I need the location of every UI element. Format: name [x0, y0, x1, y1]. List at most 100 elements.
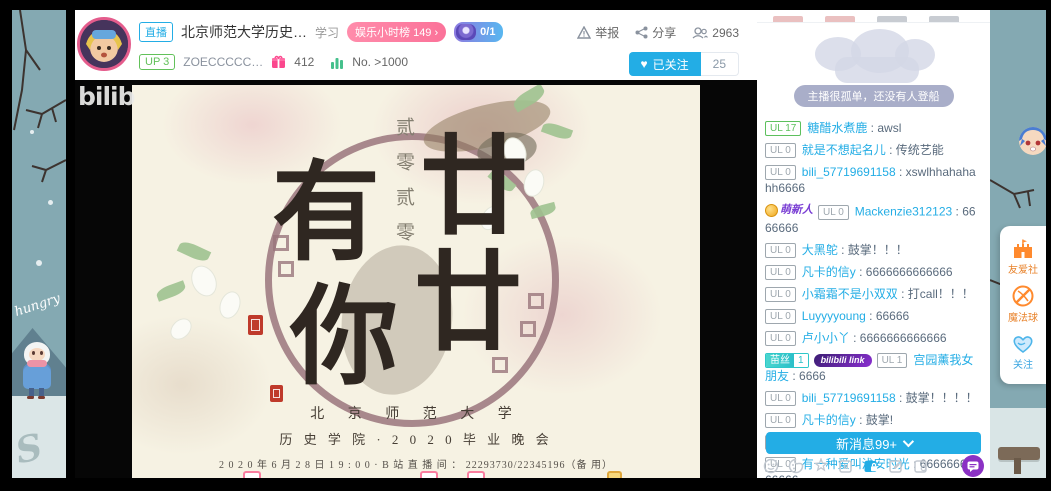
chat-message: 苗丝1bilibili linkUL 1宫园薰我女朋友 : 6666	[765, 349, 982, 387]
chat-separator: :	[952, 205, 962, 219]
snow-character-foot	[38, 396, 45, 399]
poster-school-line: 北 京 师 范 大 学	[132, 403, 700, 423]
chat-settings-icon[interactable]	[913, 458, 929, 474]
anime-face-avatar[interactable]	[1018, 126, 1046, 156]
heart-glyph-icon: ♥	[641, 57, 648, 71]
chat-message: UL 0 bili_57719691158 : 鼓掌！！！！	[765, 387, 982, 409]
rail-label: 友爱社	[1008, 261, 1038, 276]
tab-stub[interactable]	[773, 16, 803, 22]
chat-text: 鼓掌！！！	[848, 243, 908, 257]
chat-username[interactable]: Mackenzie312123	[855, 205, 952, 219]
chat-username[interactable]: 小霜霜不是小双双	[802, 287, 898, 301]
user-level-badge: UL 0	[765, 413, 796, 428]
left-background-scene: hungry S	[12, 10, 66, 478]
heart-icon	[1012, 334, 1034, 354]
snow-character-eye	[40, 351, 43, 355]
flower-petal	[186, 261, 221, 300]
category-link[interactable]: 学习	[315, 24, 339, 41]
popularity-bars-icon	[330, 56, 344, 69]
user-level-badge: UL 0	[765, 265, 796, 280]
chat-text: 传统艺能	[896, 143, 944, 157]
chat-separator: :	[867, 121, 877, 135]
chat-username[interactable]: 糖醋水煮鹿	[807, 121, 867, 135]
chat-username[interactable]: 大黑鸵	[802, 243, 838, 257]
snow-character-scarf	[27, 360, 47, 367]
tree-branches-icon	[12, 10, 66, 210]
side-feature-rail: 友爱社 魔法球 关注	[1000, 226, 1046, 384]
illustration-boat	[835, 57, 919, 83]
wooden-sign-post	[1014, 458, 1021, 474]
emoticon-icon[interactable]	[763, 458, 779, 474]
chat-username[interactable]: Luyyyyoung	[802, 309, 866, 323]
rail-label: 关注	[1013, 356, 1033, 371]
tab-stub[interactable]	[877, 16, 907, 22]
gift-tray-stub	[420, 471, 438, 478]
chat-text: 6666666666666	[860, 331, 947, 345]
stream-poster: 贰零贰零 廿 廿 有 你 北 京 师 范 大 学 历 史 学 院 · 2 0 2…	[132, 85, 700, 478]
castle-icon	[1012, 239, 1034, 259]
clear-chat-icon[interactable]	[838, 458, 854, 474]
pk-score-badge[interactable]: 0/1	[454, 22, 503, 42]
snow-dot	[30, 130, 34, 134]
rail-item-magic-ball[interactable]: 魔法球	[1008, 285, 1038, 324]
poster-event-line: 历 史 学 院 · 2 0 2 0 毕 业 晚 会	[132, 429, 700, 448]
user-level-badge: UL 0	[818, 205, 849, 220]
user-level-badge: UL 0	[765, 143, 796, 158]
poster-schedule-line: 2 0 2 0 年 6 月 2 8 日 1 9 : 0 0 · B 站 直 播 …	[132, 456, 700, 471]
hungry-text: hungry	[13, 291, 62, 320]
live-badge: 直播	[139, 22, 173, 42]
share-button[interactable]: 分享	[635, 24, 676, 41]
chat-lock-icon[interactable]	[863, 458, 879, 474]
warning-icon	[577, 26, 591, 39]
hour-rank-badge[interactable]: 娱乐小时榜 149 ›	[347, 22, 446, 42]
gift-count: 412	[294, 55, 314, 69]
chat-edit-icon[interactable]	[888, 458, 904, 474]
flower-petal	[216, 288, 244, 321]
chat-username[interactable]: 凡卡的信y	[802, 413, 856, 427]
up-name[interactable]: ZOECCCCC…	[183, 55, 263, 69]
palette-icon[interactable]	[788, 458, 804, 474]
new-messages-button[interactable]: 新消息99+	[766, 432, 981, 454]
report-button[interactable]: 举报	[577, 24, 619, 41]
followed-button[interactable]: ♥已关注	[629, 52, 701, 76]
chat-text: 鼓掌！！！！	[906, 391, 978, 405]
chat-username[interactable]: 就是不想起名儿	[802, 143, 886, 157]
coin-icon	[765, 204, 778, 217]
magic-wand-icon[interactable]	[813, 458, 829, 474]
lattice-square	[520, 321, 536, 337]
user-level-badge: UL 0	[765, 391, 796, 406]
rail-item-follow[interactable]: 关注	[1012, 334, 1034, 371]
video-player[interactable]: bilib 贰零贰零 廿 廿 有 你	[75, 80, 757, 478]
user-level-badge: UL 0	[765, 309, 796, 324]
chat-sidebar: 主播很孤单，还没有人登船 UL 17糖醋水煮鹿 : awslUL 0就是不想起名…	[757, 10, 990, 478]
chat-username[interactable]: 凡卡的信y	[802, 265, 856, 279]
red-seal-stamp	[270, 385, 283, 402]
tab-stub[interactable]	[825, 16, 855, 22]
user-level-badge: UL 0	[765, 331, 796, 346]
chat-username[interactable]: bili_57719691158	[802, 391, 896, 405]
chat-tabs-clipped[interactable]	[757, 10, 990, 23]
chat-separator: :	[856, 265, 866, 279]
chat-message-list: UL 17糖醋水煮鹿 : awslUL 0就是不想起名儿 : 传统艺能UL 0b…	[757, 115, 990, 478]
chat-separator: :	[856, 413, 866, 427]
rail-item-friend-club[interactable]: 友爱社	[1008, 239, 1038, 276]
chat-message: UL 0卢小小丫 : 6666666666666	[765, 327, 982, 349]
chat-separator: :	[896, 391, 906, 405]
snow-character-foot	[27, 396, 34, 399]
pk-character-icon	[456, 24, 476, 40]
calligraphy-char: 廿	[414, 251, 522, 359]
calligraphy-char: 有	[272, 161, 380, 269]
chat-text: 鼓掌!	[866, 413, 893, 427]
stream-header: 直播 北京师范大学历史… 学习 娱乐小时榜 149 › 0/1 举报 分享 29…	[75, 10, 757, 80]
empty-guard-notice: 主播很孤单，还没有人登船	[794, 85, 954, 107]
chat-username[interactable]: 卢小小丫	[802, 331, 850, 345]
user-level-badge: UL 0	[765, 165, 796, 180]
magic-ball-icon	[1012, 285, 1034, 307]
chat-toolbar	[763, 456, 984, 476]
user-level-badge: UL 17	[765, 121, 801, 136]
chat-username[interactable]: bili_57719691158	[802, 165, 896, 179]
chat-separator: :	[898, 287, 908, 301]
streamer-avatar[interactable]	[77, 17, 131, 71]
feedback-icon[interactable]	[962, 455, 984, 477]
tab-stub[interactable]	[929, 16, 959, 22]
